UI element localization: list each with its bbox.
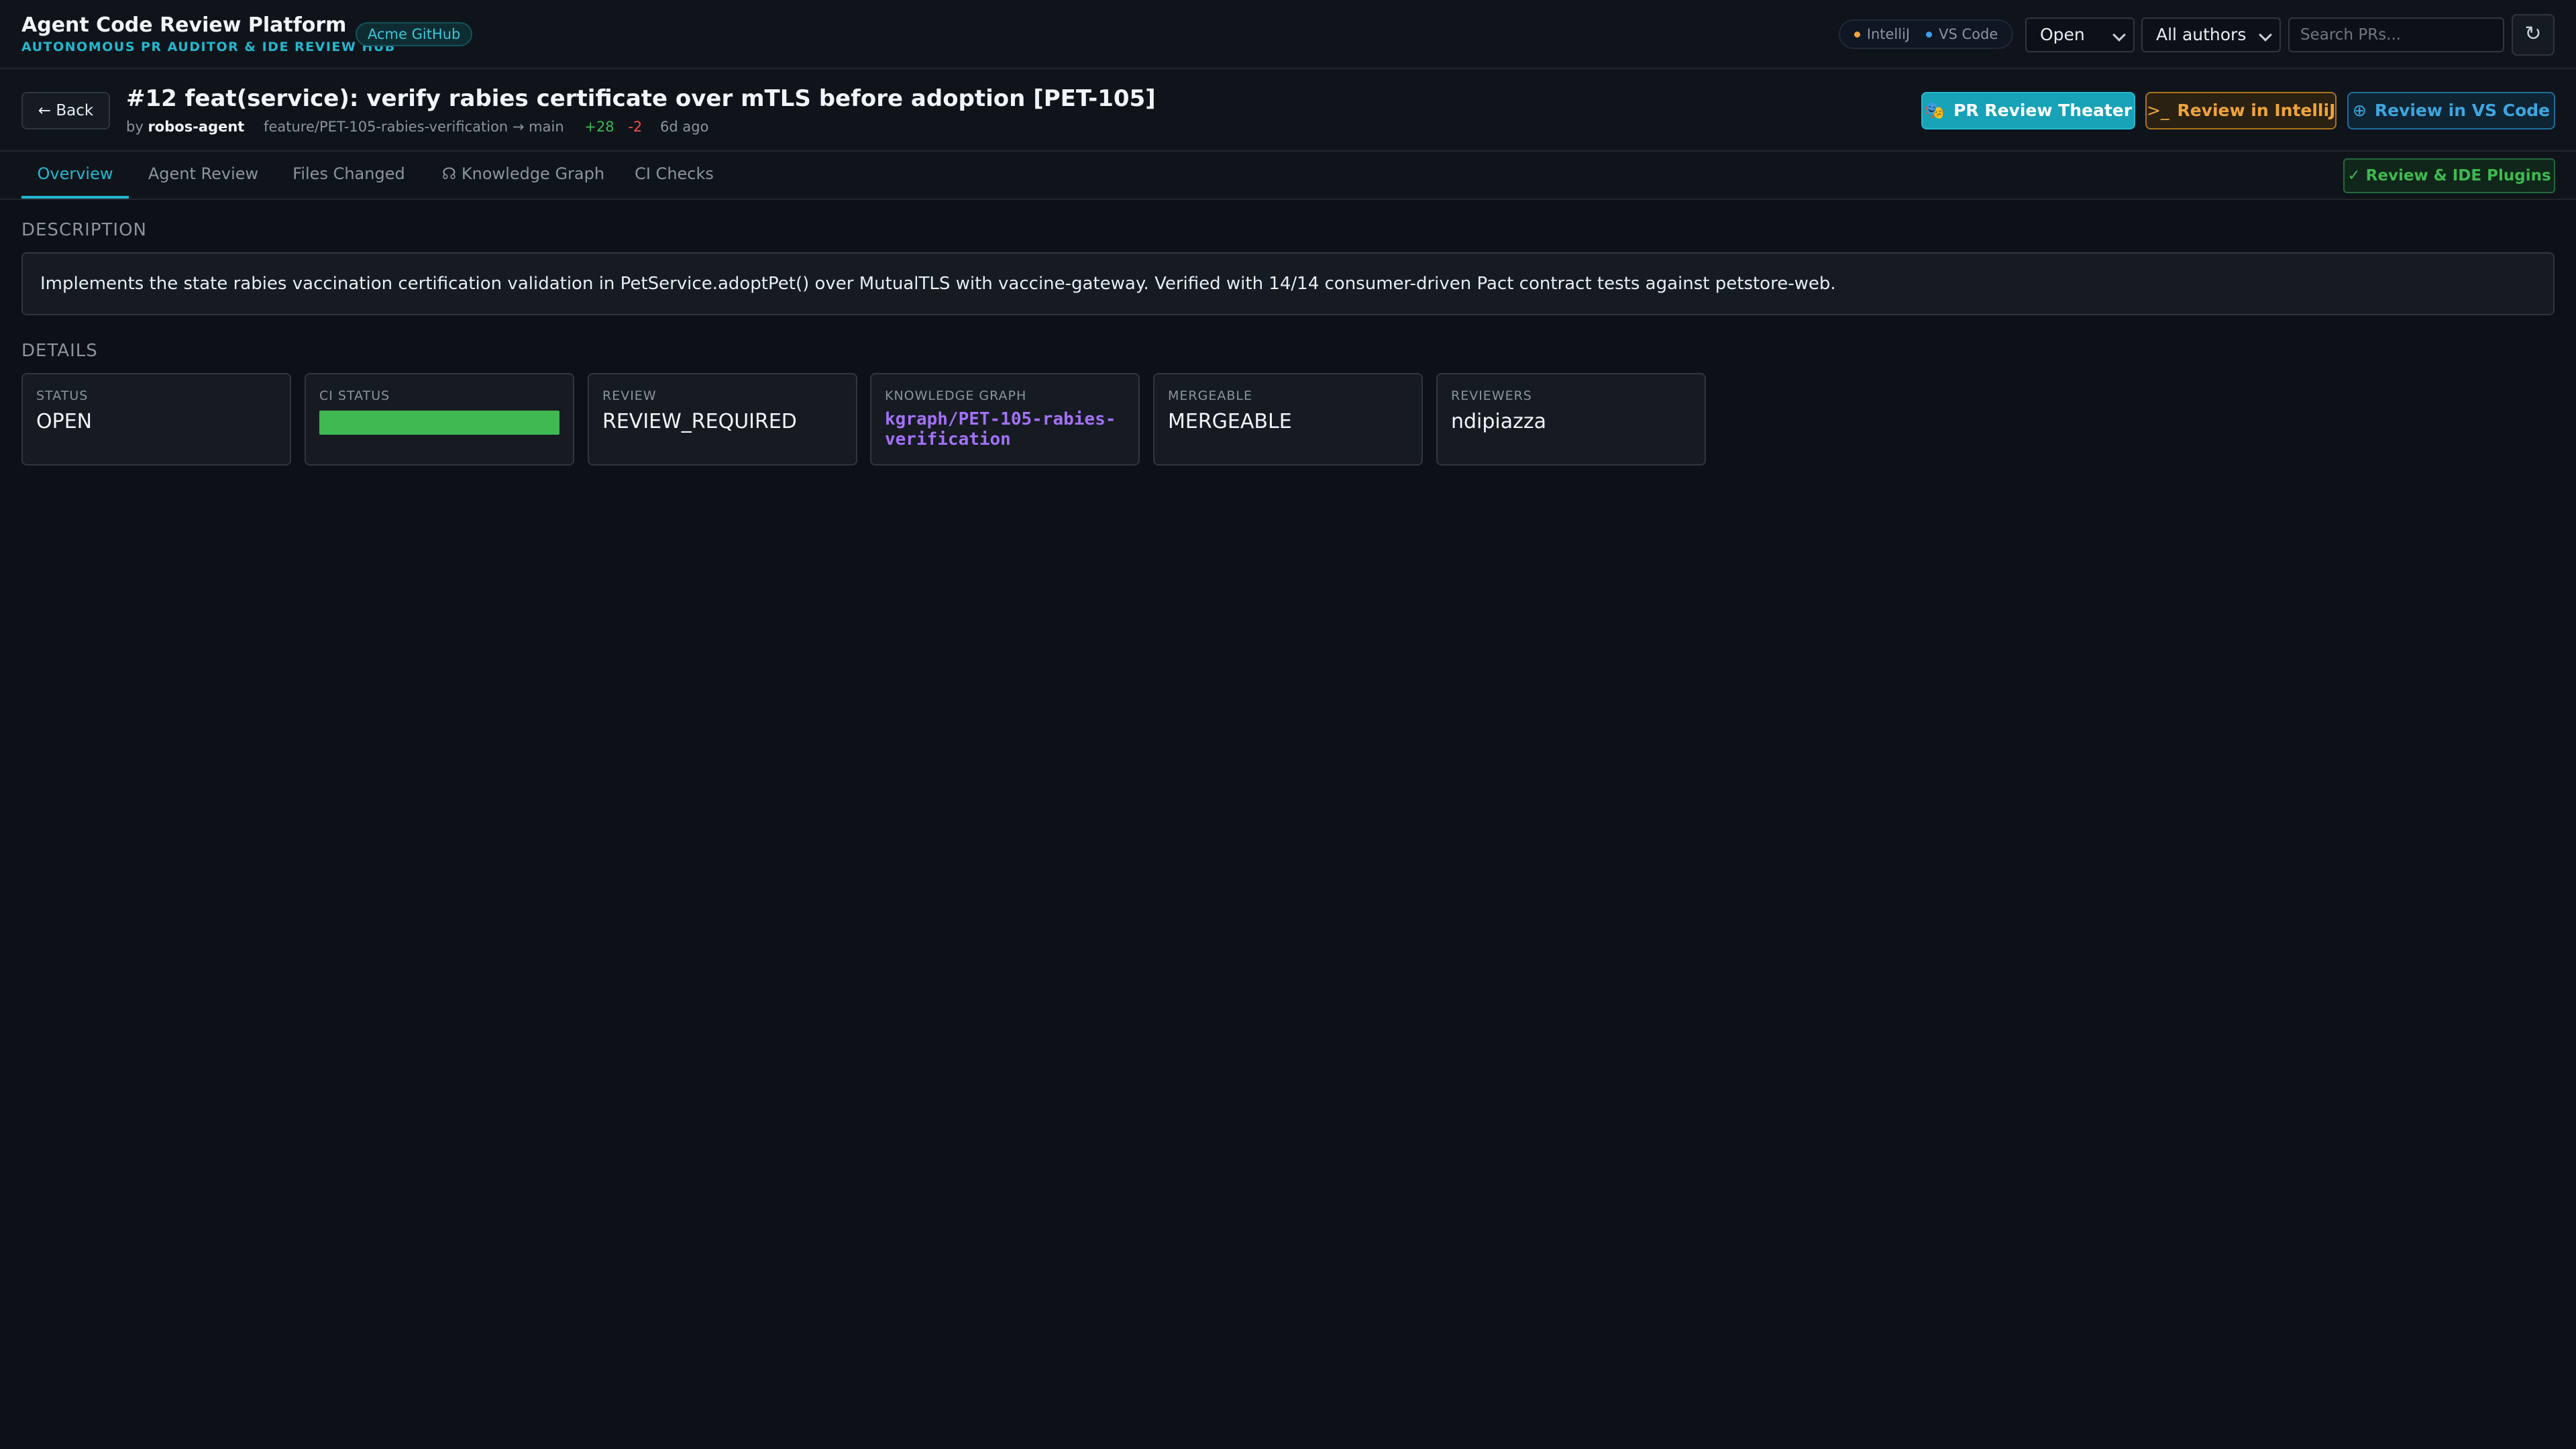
top-header: Agent Code Review Platform AUTONOMOUS PR… xyxy=(0,0,2576,69)
pr-meta: by robos-agent feature/PET-105-rabies-ve… xyxy=(126,117,708,137)
review-in-intellij-button[interactable]: >_ Review in IntelliJ xyxy=(2145,92,2337,129)
refresh-button[interactable]: ↻ xyxy=(2512,14,2555,56)
status-filter-value: Open xyxy=(2040,25,2085,44)
tab-agent-review[interactable]: Agent Review xyxy=(140,152,267,199)
brand: Agent Code Review Platform AUTONOMOUS PR… xyxy=(21,13,396,55)
pr-branch: feature/PET-105-rabies-verification → ma… xyxy=(264,119,564,135)
reviewers-card: REVIEWERS ndipiazza xyxy=(1436,373,1706,466)
tab-knowledge-graph-label: Knowledge Graph xyxy=(461,164,605,183)
description-box: Implements the state rabies vaccination … xyxy=(21,252,2555,315)
mergeable-card-label: MERGEABLE xyxy=(1168,388,1252,403)
ci-status-card: CI STATUS xyxy=(305,373,574,466)
ide-status-pill: IntelliJ VS Code xyxy=(1839,19,2013,49)
ci-status-card-label: CI STATUS xyxy=(319,388,390,403)
vscode-status-dot-icon xyxy=(1926,31,1933,38)
knowledge-graph-link[interactable]: kgraph/PET-105-rabies-verification xyxy=(885,409,1125,449)
pr-deletions: -2 xyxy=(628,119,643,135)
pr-author[interactable]: robos-agent xyxy=(148,119,244,135)
vscode-status-label: VS Code xyxy=(1939,26,1998,42)
pr-header: ← Back #12 feat(service): verify rabies … xyxy=(0,69,2576,152)
review-in-vscode-label: Review in VS Code xyxy=(2374,101,2551,120)
pr-review-theater-label: PR Review Theater xyxy=(1953,101,2133,120)
intellij-status-dot-icon xyxy=(1854,31,1860,38)
knowledge-graph-card-label: KNOWLEDGE GRAPH xyxy=(885,388,1027,403)
reviewers-card-value: ndipiazza xyxy=(1451,410,1547,433)
author-filter-select[interactable]: All authors xyxy=(2141,17,2281,52)
refresh-icon: ↻ xyxy=(2524,22,2542,46)
pr-age: 6d ago xyxy=(660,119,709,135)
app-title: Agent Code Review Platform xyxy=(21,13,347,37)
pr-review-theater-button[interactable]: 🎭 PR Review Theater xyxy=(1921,92,2135,129)
knowledge-graph-card: KNOWLEDGE GRAPH kgraph/PET-105-rabies-ve… xyxy=(870,373,1140,466)
pr-by-prefix: by xyxy=(126,119,144,135)
review-ide-plugins-label: Review & IDE Plugins xyxy=(2365,167,2551,184)
intellij-status-label: IntelliJ xyxy=(1866,26,1911,42)
tab-overview[interactable]: Overview xyxy=(21,152,129,199)
checkmark-icon: ✓ xyxy=(2347,167,2361,184)
review-card-value: REVIEW_REQUIRED xyxy=(602,410,797,433)
theater-masks-icon: 🎭 xyxy=(1924,101,1946,120)
reviewers-card-label: REVIEWERS xyxy=(1451,388,1532,403)
pr-additions: +28 xyxy=(584,119,614,135)
status-card-label: STATUS xyxy=(36,388,89,403)
ci-status-bar xyxy=(319,411,559,435)
review-card-label: REVIEW xyxy=(602,388,657,403)
search-input[interactable] xyxy=(2288,17,2504,52)
headphones-icon: ☊ xyxy=(441,164,457,183)
review-in-intellij-label: Review in IntelliJ xyxy=(2177,101,2336,120)
chevron-down-icon xyxy=(2112,28,2126,42)
pr-title: #12 feat(service): verify rabies certifi… xyxy=(126,85,1156,112)
mergeable-card-value: MERGEABLE xyxy=(1168,410,1292,433)
review-card: REVIEW REVIEW_REQUIRED xyxy=(588,373,857,466)
author-filter-value: All authors xyxy=(2156,25,2247,44)
details-heading: DETAILS xyxy=(21,341,98,361)
app-subtitle: AUTONOMOUS PR AUDITOR & IDE REVIEW HUB xyxy=(21,40,396,54)
org-badge: Acme GitHub xyxy=(356,22,473,46)
review-in-vscode-button[interactable]: ⊕ Review in VS Code xyxy=(2347,92,2555,129)
review-ide-plugins-button[interactable]: ✓ Review & IDE Plugins xyxy=(2343,158,2555,193)
tab-knowledge-graph[interactable]: ☊ Knowledge Graph xyxy=(436,152,610,199)
tab-files-changed[interactable]: Files Changed xyxy=(288,152,409,199)
chevron-down-icon xyxy=(2259,28,2272,42)
back-button[interactable]: ← Back xyxy=(21,92,110,129)
tab-ci-checks[interactable]: CI Checks xyxy=(631,152,718,199)
status-filter-select[interactable]: Open xyxy=(2025,17,2135,52)
status-card: STATUS OPEN xyxy=(21,373,291,466)
terminal-icon: >_ xyxy=(2147,101,2169,120)
description-heading: DESCRIPTION xyxy=(21,220,147,240)
tab-bar: Overview Agent Review Files Changed ☊ Kn… xyxy=(0,152,2576,200)
status-card-value: OPEN xyxy=(36,410,93,433)
mergeable-card: MERGEABLE MERGEABLE xyxy=(1153,373,1423,466)
circle-plus-icon: ⊕ xyxy=(2352,101,2367,120)
